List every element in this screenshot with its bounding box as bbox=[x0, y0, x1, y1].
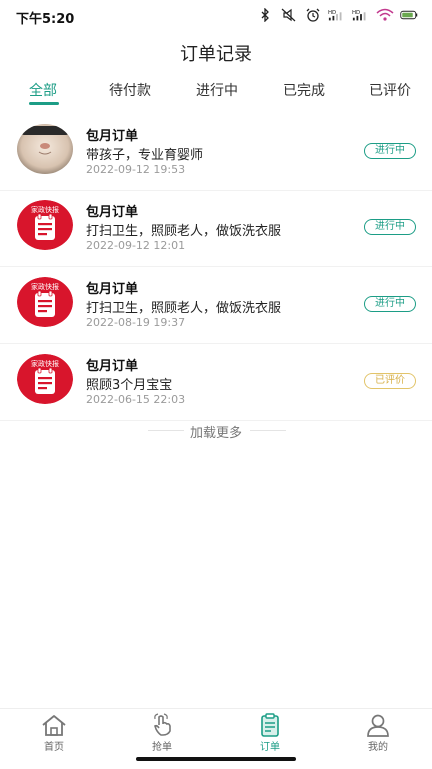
order-item[interactable]: 家政快报 包月订单 照顾3个月宝宝 2022-06-15 22:03 已评价 bbox=[0, 346, 432, 421]
svg-text:HD: HD bbox=[328, 10, 336, 16]
signal-hd-icon: HD bbox=[328, 6, 346, 24]
bluetooth-icon bbox=[256, 6, 274, 24]
tap-hand-icon bbox=[154, 713, 171, 736]
user-icon bbox=[367, 714, 389, 737]
tab-all[interactable]: 全部 bbox=[29, 80, 57, 100]
order-item[interactable]: 家政快报 包月订单 打扫卫生，照顾老人，做饭洗衣服 2022-09-12 12:… bbox=[0, 192, 432, 267]
load-more-divider-right bbox=[250, 430, 286, 431]
order-title: 包月订单 bbox=[86, 205, 139, 220]
order-date: 2022-08-19 19:37 bbox=[86, 316, 186, 329]
order-description: 带孩子，专业育婴师 bbox=[86, 148, 204, 163]
nav-profile-label: 我的 bbox=[368, 742, 388, 753]
order-description: 照顾3个月宝宝 bbox=[86, 378, 173, 393]
tab-active-indicator bbox=[29, 102, 59, 105]
tab-completed[interactable]: 已完成 bbox=[283, 80, 325, 100]
nav-home-label: 首页 bbox=[44, 742, 64, 753]
nav-grab-order-label: 抢单 bbox=[152, 742, 172, 753]
wifi-icon bbox=[376, 6, 394, 24]
tab-pending-payment[interactable]: 待付款 bbox=[109, 80, 151, 100]
status-time: 下午5:20 bbox=[16, 12, 75, 27]
status-icons: HD HD bbox=[256, 6, 418, 24]
order-item[interactable]: 家政快报 包月订单 打扫卫生，照顾老人，做饭洗衣服 2022-08-19 19:… bbox=[0, 269, 432, 344]
logo-text: 家政快报 bbox=[31, 282, 59, 291]
signal-hd-2-icon: HD bbox=[352, 6, 370, 24]
order-date: 2022-09-12 19:53 bbox=[86, 163, 186, 176]
nav-home[interactable]: 首页 bbox=[24, 713, 84, 753]
nav-orders[interactable]: 订单 bbox=[240, 713, 300, 753]
order-description: 打扫卫生，照顾老人，做饭洗衣服 bbox=[86, 224, 282, 239]
tab-in-progress[interactable]: 进行中 bbox=[196, 80, 238, 100]
status-badge: 已评价 bbox=[364, 373, 416, 389]
order-thumbnail-logo: 家政快报 bbox=[17, 277, 73, 327]
nav-orders-label: 订单 bbox=[260, 742, 280, 753]
order-title: 包月订单 bbox=[86, 282, 139, 297]
filter-tabs: 全部 待付款 进行中 已完成 已评价 bbox=[0, 80, 432, 112]
logo-text: 家政快报 bbox=[31, 205, 59, 214]
order-description: 打扫卫生，照顾老人，做饭洗衣服 bbox=[86, 301, 282, 316]
home-indicator bbox=[136, 757, 296, 761]
load-more[interactable]: 加载更多 bbox=[0, 420, 432, 441]
status-badge: 进行中 bbox=[364, 219, 416, 235]
nav-profile[interactable]: 我的 bbox=[348, 713, 408, 753]
order-date: 2022-06-15 22:03 bbox=[86, 393, 186, 406]
order-date: 2022-09-12 12:01 bbox=[86, 239, 186, 252]
order-item[interactable]: 包月订单 带孩子，专业育婴师 2022-09-12 19:53 进行中 bbox=[0, 116, 432, 191]
battery-icon bbox=[400, 6, 418, 24]
logo-text: 家政快报 bbox=[31, 359, 59, 368]
order-title: 包月订单 bbox=[86, 129, 139, 144]
alarm-icon bbox=[304, 6, 322, 24]
mute-icon bbox=[280, 6, 298, 24]
order-thumbnail-logo: 家政快报 bbox=[17, 354, 73, 404]
load-more-label: 加载更多 bbox=[189, 426, 242, 441]
svg-text:HD: HD bbox=[352, 10, 360, 16]
page-title: 订单记录 bbox=[180, 44, 252, 65]
order-clipboard-icon bbox=[261, 713, 279, 737]
tab-rated[interactable]: 已评价 bbox=[369, 80, 411, 100]
home-icon bbox=[42, 715, 66, 736]
status-badge: 进行中 bbox=[364, 143, 416, 159]
status-badge: 进行中 bbox=[364, 296, 416, 312]
nav-grab-order[interactable]: 抢单 bbox=[132, 713, 192, 753]
status-bar: 下午5:20 HD HD bbox=[0, 0, 432, 32]
order-thumbnail-logo: 家政快报 bbox=[17, 200, 73, 250]
order-title: 包月订单 bbox=[86, 359, 139, 374]
order-thumbnail-photo bbox=[17, 124, 73, 174]
